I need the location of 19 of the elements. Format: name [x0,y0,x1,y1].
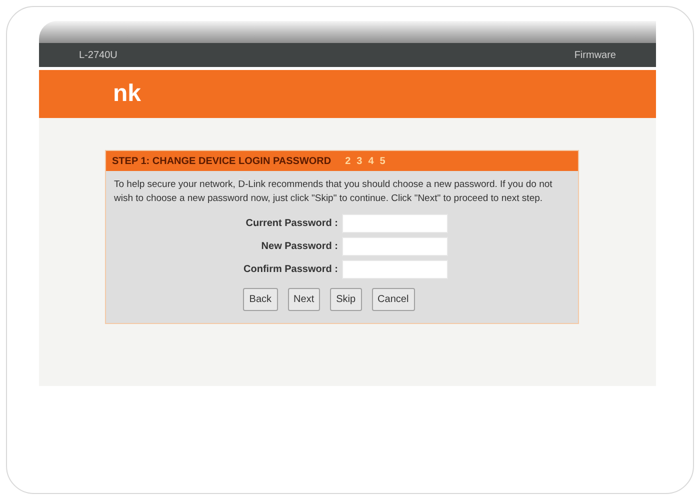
wizard-button[interactable]: Next [288,288,320,311]
step-label: 3 [356,154,362,168]
step-label: 5 [380,154,386,168]
logo-text: nk [113,82,142,106]
field-label: Confirm Password : [242,263,339,277]
wizard-button[interactable]: Cancel [372,288,415,311]
password-field[interactable] [342,214,448,233]
wizard-button[interactable]: Skip [330,288,362,311]
description-text: To help secure your network, D-Link recommends that you should choose a new password. If you do not wish to choose a new password now, just click "Skip" to continue. Click "Next" to proceed to next step. [114,178,554,206]
password-field[interactable] [342,260,448,279]
field-label: New Password : [260,240,339,254]
wizard-button[interactable]: Back [243,288,278,311]
password-field[interactable] [342,237,448,256]
model-text: L-2740U [79,48,118,62]
firmware-label: Firmware [574,48,616,62]
step-label: 4 [368,154,374,168]
step-label: 2 [345,154,351,168]
step-label: STEP 1: CHANGE DEVICE LOGIN PASSWORD [112,154,332,168]
field-label: Current Password : [244,217,339,231]
